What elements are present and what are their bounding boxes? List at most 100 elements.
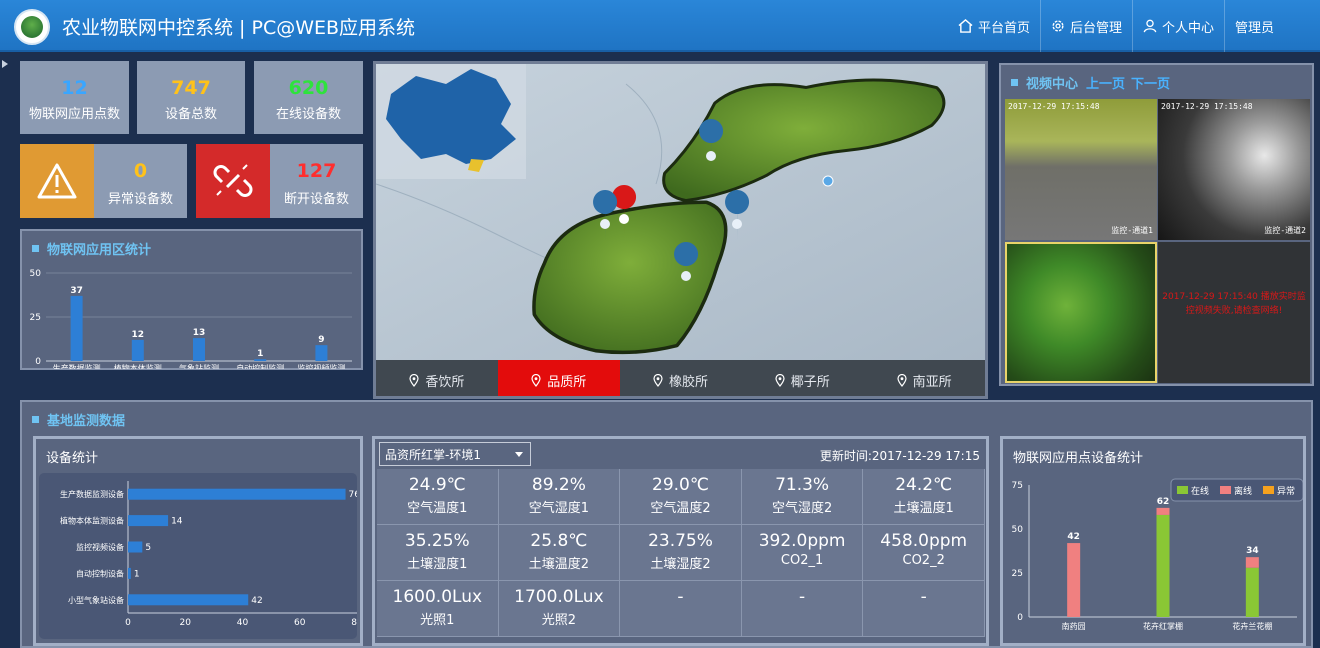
video-feed-3[interactable] — [1005, 242, 1157, 383]
bar — [128, 515, 169, 527]
metric-value: 24.2℃ — [895, 475, 953, 495]
metric-name: CO2_1 — [780, 553, 824, 568]
bar — [131, 339, 144, 361]
bar — [128, 567, 131, 579]
x-tick-label: 植物本体监测 — [114, 363, 162, 369]
metrics-grid: 24.9℃ 空气温度1 89.2% 空气湿度1 29.0℃ 空气温度2 71.3% 空气… — [377, 469, 985, 637]
bar-value-label: 42 — [251, 596, 262, 606]
x-tick-label: 0 — [125, 618, 131, 628]
video-feed-2[interactable]: 2017-12-29 17:15:48 监控-通道2 — [1158, 99, 1310, 240]
stacked-bar-segment — [1245, 557, 1259, 568]
nav-admin[interactable]: 后台管理 — [1039, 0, 1132, 52]
metric-cell: 458.0ppm CO2_2 — [863, 525, 985, 581]
map-tab-label: 品质所 — [547, 374, 587, 390]
alert-value: 0 — [133, 160, 148, 182]
metric-cell: 29.0℃ 空气温度2 — [620, 469, 742, 525]
metric-name: 光照1 — [420, 613, 455, 628]
metric-name: 土壤温度2 — [528, 557, 590, 572]
x-tick-label: 自动控制监测 — [236, 363, 284, 369]
video-grid: 2017-12-29 17:15:48 监控-通道1 2017-12-29 17… — [1005, 99, 1310, 383]
stacked-bar-segment — [1156, 507, 1170, 515]
video-camera-label: 监控-通道1 — [1111, 226, 1153, 235]
base-monitoring-title: 基地监测数据 — [32, 410, 125, 429]
y-tick-label: 25 — [30, 313, 41, 323]
environment-select-value: 品资所红掌-环境1 — [385, 448, 481, 462]
alert-value: 127 — [296, 160, 337, 182]
video-feed-4[interactable]: 2017-12-29 17:15:40 播放实时监控视频失败,请检查网络! — [1158, 242, 1310, 383]
title-marker-icon — [32, 416, 39, 423]
bar — [254, 359, 267, 361]
map-tab-xiangyin[interactable]: 香饮所 — [376, 360, 498, 396]
video-title-text: 视频中心 — [1026, 77, 1079, 92]
y-tick-label: 生产数据监测设备 — [60, 489, 124, 499]
broken-link-icon — [196, 144, 270, 218]
metric-cell: 24.2℃ 土壤温度1 — [863, 469, 985, 525]
legend-swatch — [1263, 486, 1274, 494]
metric-cell: 24.9℃ 空气温度1 — [377, 469, 499, 525]
device-stats-chart-box: 0 20 40 60 80 生产数据监测设备 76 植物本体监测设备 14 监控视频设备 5 自动控制… — [39, 473, 363, 639]
device-stats-chart: 0 20 40 60 80 生产数据监测设备 76 植物本体监测设备 14 监控视频设备 5 自动控制… — [60, 481, 363, 628]
y-tick-label: 75 — [1012, 481, 1023, 491]
video-next-page-link[interactable]: 下一页 — [1131, 73, 1170, 92]
stat-card-app-points: 12 物联网应用点数 — [20, 61, 129, 134]
metric-value: 24.9℃ — [408, 475, 466, 495]
environment-select[interactable]: 品资所红掌-环境1 — [379, 442, 531, 466]
metric-name: CO2_2 — [902, 553, 945, 568]
metric-cell: 25.8℃ 土壤温度2 — [498, 525, 621, 581]
x-tick-label: 40 — [237, 618, 249, 628]
metric-cell: 23.75% 土壤湿度2 — [620, 525, 742, 581]
warning-icon — [20, 144, 94, 218]
bar-value-label: 9 — [318, 335, 324, 345]
nav-profile-label: 个人中心 — [1161, 20, 1214, 36]
metric-value: 35.25% — [404, 531, 470, 551]
map-tab-pinzhi[interactable]: 品质所 — [497, 360, 620, 396]
stat-value: 747 — [171, 77, 211, 99]
nav-user[interactable]: 管理员 — [1224, 0, 1320, 52]
metric-value: 392.0ppm — [758, 531, 846, 551]
home-icon — [958, 19, 973, 33]
bar — [315, 345, 328, 361]
device-stats-title: 设备统计 — [46, 451, 99, 466]
legend-label: 离线 — [1234, 485, 1252, 497]
stat-label: 物联网应用点数 — [28, 107, 120, 122]
map-tab-yezi[interactable]: 椰子所 — [741, 360, 863, 396]
video-prev-page-link[interactable]: 上一页 — [1086, 73, 1125, 92]
y-tick-label: 50 — [30, 269, 42, 279]
map-tab-label: 椰子所 — [790, 374, 830, 390]
map-tab-xiangjiao[interactable]: 橡胶所 — [620, 360, 742, 396]
metric-value: 1600.0Lux — [392, 587, 483, 607]
map-tab-nanya[interactable]: 南亚所 — [863, 360, 985, 396]
title-marker-icon — [32, 245, 39, 252]
bar — [128, 541, 143, 553]
metric-cell: - — [741, 581, 864, 637]
alert-label: 异常设备数 — [107, 192, 173, 207]
metric-value: 1700.0Lux — [514, 587, 604, 607]
metric-name: 光照2 — [541, 613, 577, 628]
nav-profile[interactable]: 个人中心 — [1131, 0, 1224, 52]
sidebar-toggle-icon[interactable] — [2, 60, 8, 68]
map-tab-label: 橡胶所 — [668, 374, 708, 390]
y-tick-label: 0 — [35, 357, 41, 367]
metric-value: 29.0℃ — [652, 475, 709, 495]
video-timestamp: 2017-12-29 17:15:48 — [1008, 102, 1100, 111]
metric-cell: 392.0ppm CO2_1 — [741, 525, 864, 581]
gear-icon — [1052, 20, 1064, 32]
metric-name: 空气湿度1 — [528, 501, 590, 516]
bar-total-label: 34 — [1246, 546, 1259, 556]
alert-label: 断开设备数 — [283, 192, 349, 207]
app-title: 农业物联网中控系统 | PC@WEB应用系统 — [62, 17, 416, 39]
y-tick-label: 50 — [1012, 525, 1024, 535]
video-center-panel: 视频中心 上一页 下一页 2017-12-29 17:15:48 监控-通道1 … — [999, 63, 1314, 386]
device-stats-panel: 设备统计 0 20 40 60 80 生产数据监测设备 76 植物本体监测设备 14 监控视频设备… — [33, 436, 363, 646]
map-tab-label: 南亚所 — [912, 374, 952, 390]
bar-value-label: 1 — [134, 569, 140, 579]
area-stats-panel: 物联网应用区统计 0 25 50 37 生产数据监测 12 植物本体监测 13 气象站监测 1 自动… — [20, 229, 363, 370]
metric-cell: - — [620, 581, 742, 637]
metric-cell: - — [863, 581, 985, 637]
x-tick-label: 花卉兰花棚 — [1232, 621, 1272, 631]
point-stats-chart: 0 25 50 75 42 南药园 62 花卉红掌棚 34 花卉兰花棚 在线 离线 异常 — [1012, 478, 1303, 631]
nav-home[interactable]: 平台首页 — [948, 0, 1040, 52]
metric-value: 458.0ppm — [880, 531, 968, 551]
video-feed-1[interactable]: 2017-12-29 17:15:48 监控-通道1 — [1005, 99, 1157, 240]
metric-value: - — [677, 587, 684, 607]
